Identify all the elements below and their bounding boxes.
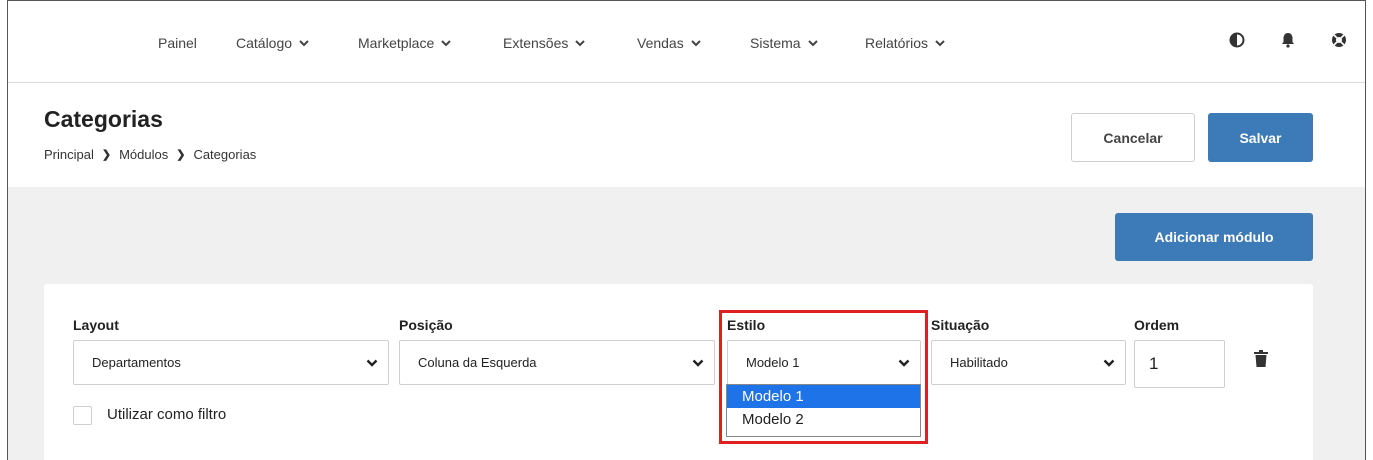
chevron-down-icon: [366, 359, 378, 367]
chevron-down-icon: [692, 359, 704, 367]
add-module-button[interactable]: Adicionar módulo: [1115, 213, 1313, 261]
nav-item-vendas[interactable]: Vendas: [637, 35, 701, 51]
nav-item-label: Vendas: [637, 35, 684, 51]
chevron-down-icon: [441, 40, 451, 47]
page-header: Categorias Principal ❯ Módulos ❯ Categor…: [8, 84, 1365, 187]
breadcrumb-item-principal[interactable]: Principal: [44, 147, 94, 162]
nav-item-extensoes[interactable]: Extensões: [503, 35, 586, 51]
nav-item-label: Extensões: [503, 35, 569, 51]
nav-item-label: Catálogo: [236, 35, 293, 51]
position-select[interactable]: Coluna da Esquerda: [399, 340, 715, 385]
nav-item-painel[interactable]: Painel: [158, 35, 197, 51]
app-window: Painel Catálogo Marketplace Extensões Ve…: [7, 0, 1366, 460]
chevron-down-icon: [935, 40, 945, 47]
breadcrumb: Principal ❯ Módulos ❯ Categorias: [44, 147, 256, 162]
nav-item-label: Relatórios: [865, 35, 929, 51]
bell-icon[interactable]: [1279, 31, 1297, 49]
contrast-icon[interactable]: [1228, 31, 1246, 49]
status-select-value: Habilitado: [950, 355, 1008, 370]
layout-select[interactable]: Departamentos: [73, 340, 389, 385]
nav-item-label: Painel: [158, 35, 197, 51]
nav-item-label: Marketplace: [358, 35, 435, 51]
nav-item-marketplace[interactable]: Marketplace: [358, 35, 451, 51]
nav-item-catalogo[interactable]: Catálogo: [236, 35, 309, 51]
trash-icon[interactable]: [1254, 350, 1268, 367]
breadcrumb-item-categorias[interactable]: Categorias: [193, 147, 256, 162]
position-label: Posição: [399, 317, 453, 333]
chevron-down-icon: [691, 40, 701, 47]
position-select-value: Coluna da Esquerda: [418, 355, 537, 370]
breadcrumb-item-modulos[interactable]: Módulos: [119, 147, 168, 162]
cancel-button[interactable]: Cancelar: [1071, 113, 1195, 162]
top-navigation: Painel Catálogo Marketplace Extensões Ve…: [8, 1, 1365, 83]
nav-item-label: Sistema: [750, 35, 801, 51]
status-select[interactable]: Habilitado: [931, 340, 1126, 385]
nav-item-sistema[interactable]: Sistema: [750, 35, 818, 51]
chevron-right-icon: ❯: [176, 149, 186, 161]
chevron-down-icon: [1103, 359, 1115, 367]
layout-select-value: Departamentos: [92, 355, 181, 370]
chevron-down-icon: [807, 40, 818, 47]
content-area: Adicionar módulo Layout Posição Estilo S…: [8, 187, 1365, 460]
nav-item-relatorios[interactable]: Relatórios: [865, 35, 945, 51]
order-label: Ordem: [1134, 317, 1180, 333]
lifebuoy-icon[interactable]: [1330, 31, 1348, 49]
chevron-down-icon: [575, 40, 586, 47]
filter-checkbox-label: Utilizar como filtro: [107, 406, 227, 423]
order-input[interactable]: 1: [1134, 340, 1225, 388]
status-label: Situação: [931, 317, 990, 333]
chevron-down-icon: [299, 40, 309, 47]
filter-checkbox[interactable]: [73, 406, 92, 425]
highlight-annotation: [719, 310, 928, 444]
module-card: Layout Posição Estilo Situação Ordem Dep…: [44, 284, 1313, 460]
page-title: Categorias: [44, 106, 163, 132]
layout-label: Layout: [73, 317, 119, 333]
save-button[interactable]: Salvar: [1208, 113, 1313, 162]
chevron-right-icon: ❯: [101, 149, 112, 161]
